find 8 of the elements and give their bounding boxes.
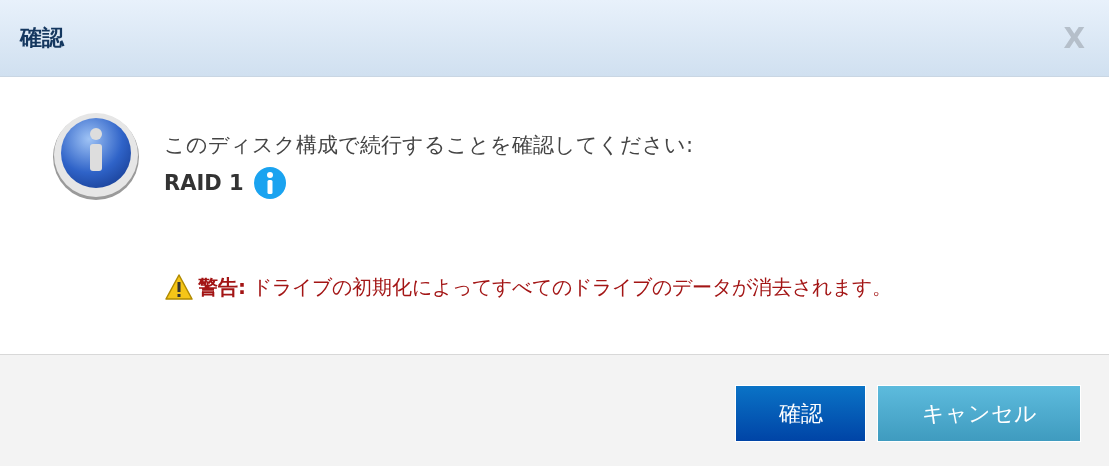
warning-message: 警告: ドライブの初期化によってすべてのドライブのデータが消去されます。 [198, 273, 893, 301]
raid-level: RAID 1 [164, 171, 244, 195]
info-icon[interactable] [253, 167, 286, 199]
confirmation-message: このディスク構成で続行することを確認してください: [164, 132, 695, 159]
warning-icon [164, 273, 194, 301]
dialog-title: 確認 [20, 24, 64, 52]
confirm-button[interactable]: 確認 [735, 385, 866, 442]
cancel-button[interactable]: キャンセル [877, 385, 1081, 442]
